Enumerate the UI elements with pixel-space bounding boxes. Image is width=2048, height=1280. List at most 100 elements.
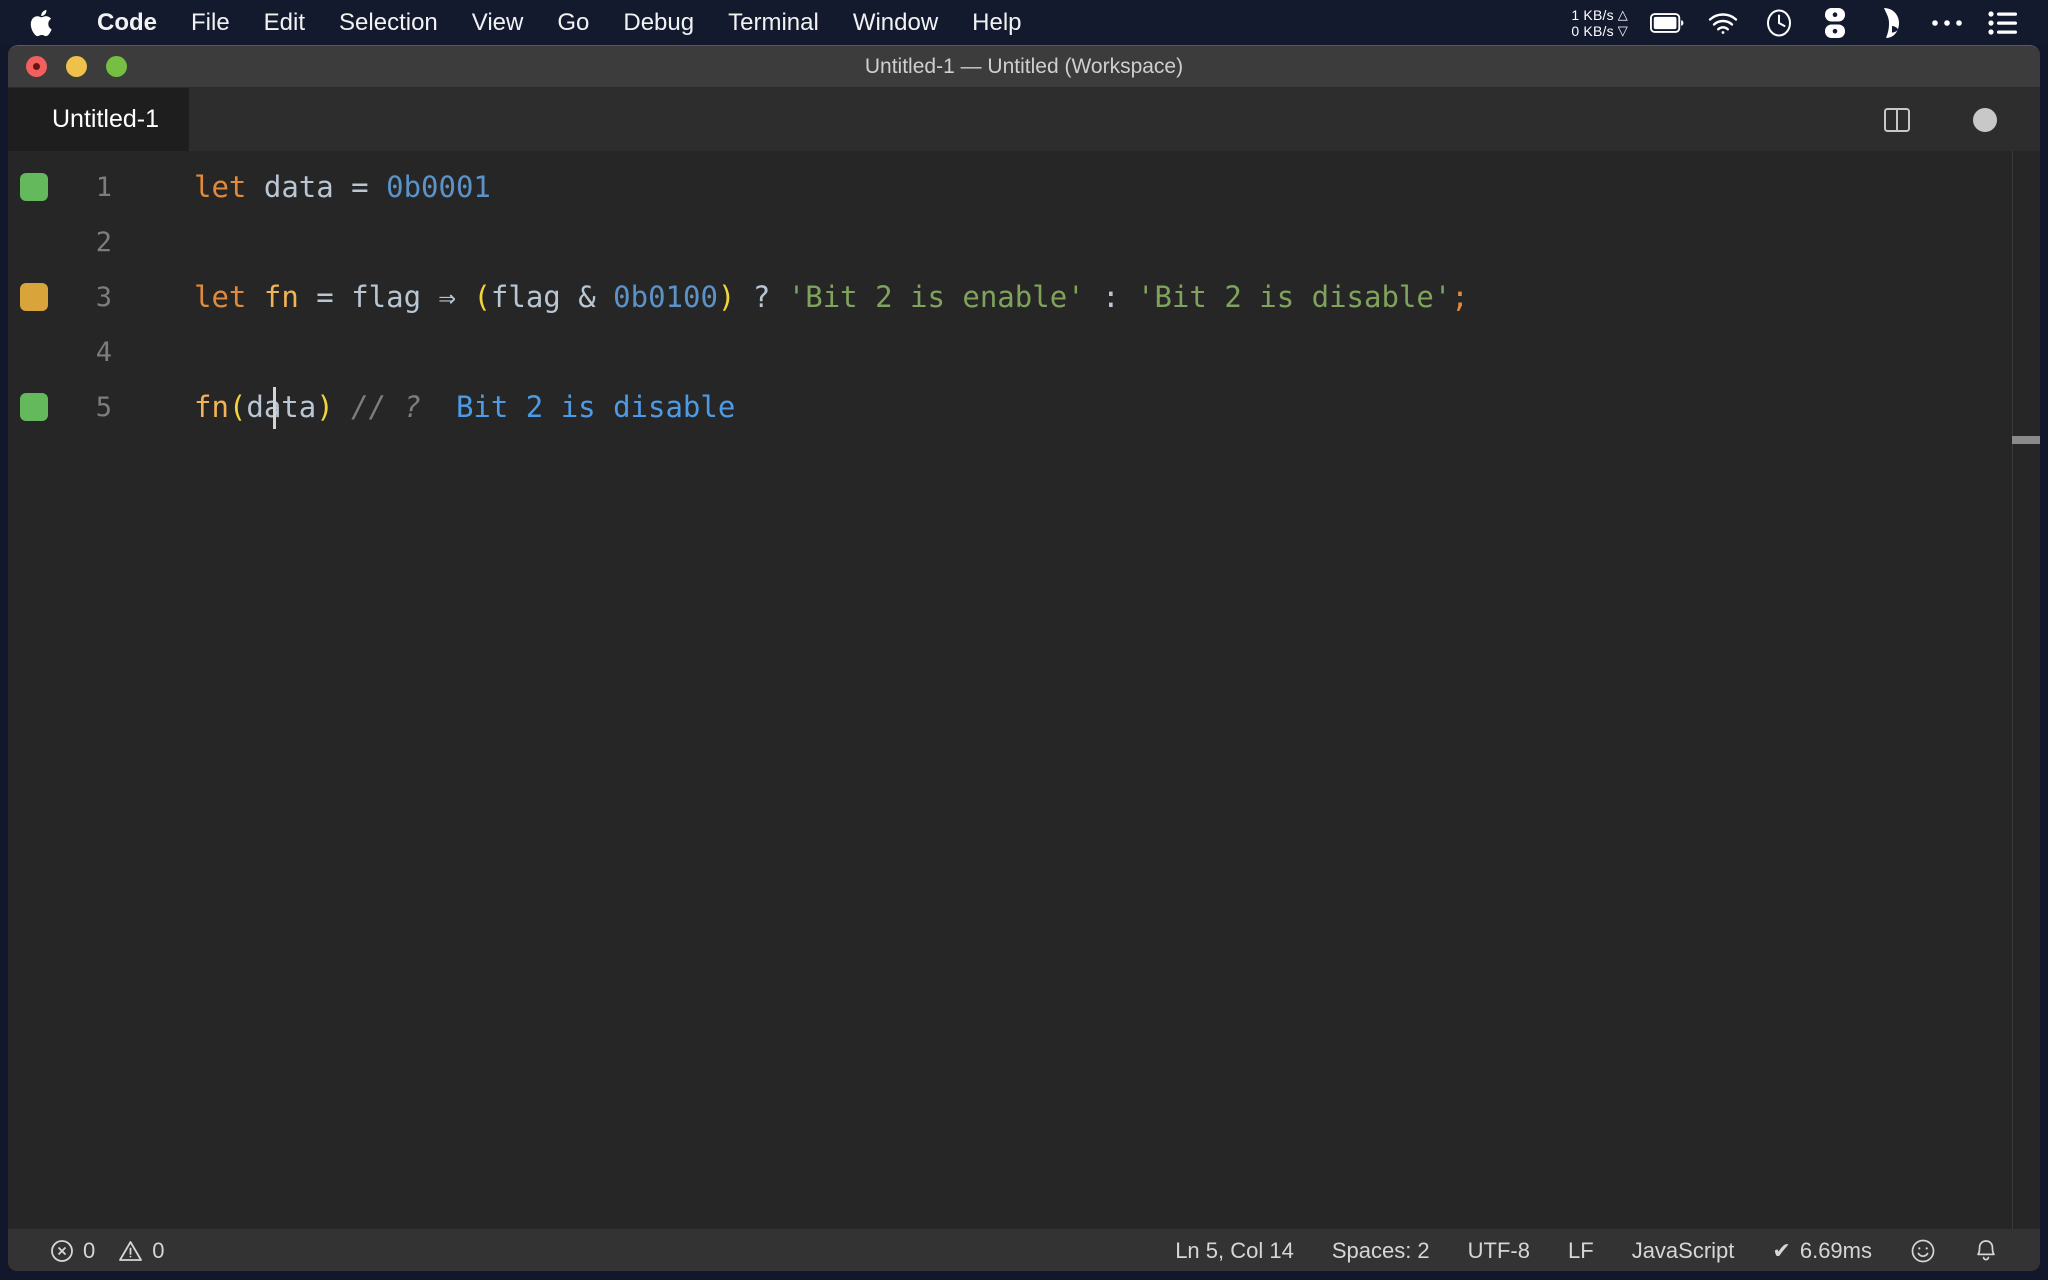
code-editor[interactable]: 1 let data = 0b0001 2 3 let fn = flag ⇒ (fla… [8, 151, 2040, 1229]
code-token: data [263, 170, 334, 204]
code-token: fn [263, 280, 299, 314]
code-token: ; [1451, 280, 1469, 314]
maximize-button[interactable] [106, 56, 127, 77]
code-token: fn [194, 390, 229, 424]
code-line[interactable]: 3 let fn = flag ⇒ (flag & 0b0100) ? 'Bit … [8, 270, 2040, 325]
status-bar-right: Ln 5, Col 14 Spaces: 2 UTF-8 LF JavaScri… [1159, 1238, 2014, 1264]
text-cursor [273, 387, 276, 429]
gutter-run-marker[interactable] [20, 393, 48, 421]
battery-icon[interactable] [1650, 7, 1684, 39]
unsaved-dot-icon[interactable] [1968, 103, 2002, 137]
code-token: ) [717, 280, 736, 314]
menu-item-window[interactable]: Window [836, 0, 955, 45]
editor-tab-untitled-1[interactable]: Untitled-1 [8, 88, 189, 151]
status-bar-left: 0 0 [34, 1238, 181, 1264]
code-token: = [351, 170, 369, 204]
network-upload-value: 1 KB/s [1571, 6, 1614, 23]
network-speed-indicator[interactable]: 1 KB/s △ 0 KB/s ▽ [1571, 7, 1628, 39]
runtime-check-icon: ✔ [1772, 1238, 1791, 1263]
scrollbar-decoration [2012, 436, 2040, 444]
tab-label: Untitled-1 [52, 105, 159, 133]
editor-scrollbar[interactable] [2012, 151, 2040, 1229]
code-token: ( [228, 390, 247, 424]
clock-icon[interactable] [1762, 7, 1796, 39]
code-line[interactable]: 5 fn(data) // ? Bit 2 is disable [8, 380, 2040, 435]
code-lines[interactable]: 1 let data = 0b0001 2 3 let fn = flag ⇒ (fla… [8, 151, 2040, 435]
menu-item-code[interactable]: Code [80, 0, 174, 45]
indentation-status[interactable]: Spaces: 2 [1316, 1238, 1446, 1264]
line-number: 4 [95, 337, 112, 368]
quokka-runtime-status[interactable]: ✔ 6.69ms [1756, 1238, 1888, 1264]
language-mode-status[interactable]: JavaScript [1616, 1238, 1751, 1264]
encoding-status[interactable]: UTF-8 [1452, 1238, 1546, 1264]
code-line[interactable]: 1 let data = 0b0001 [8, 160, 2040, 215]
menu-item-help[interactable]: Help [955, 0, 1038, 45]
code-token: ) [316, 390, 334, 424]
eol-status[interactable]: LF [1552, 1238, 1610, 1264]
problems-status[interactable]: 0 0 [34, 1238, 181, 1264]
close-button[interactable] [26, 56, 47, 77]
menu-item-debug[interactable]: Debug [606, 0, 711, 45]
code-token: 'Bit 2 is enable' [787, 280, 1085, 314]
menu-item-selection[interactable]: Selection [322, 0, 455, 45]
error-circle-icon [50, 1239, 74, 1263]
control-center-icon[interactable] [1986, 7, 2020, 39]
wifi-icon[interactable] [1706, 7, 1740, 39]
code-token: 'Bit 2 is disable' [1137, 280, 1452, 314]
menu-item-terminal[interactable]: Terminal [711, 0, 836, 45]
feedback-status[interactable] [1894, 1238, 1952, 1264]
split-editor-icon[interactable] [1880, 103, 1914, 137]
vscode-window: Untitled-1 — Untitled (Workspace) Untitl… [8, 45, 2040, 1271]
window-title: Untitled-1 — Untitled (Workspace) [864, 54, 1184, 78]
line-text[interactable]: let fn = flag ⇒ (flag & 0b0100) ? 'Bit 2… [134, 270, 1469, 325]
ellipsis-icon[interactable] [1930, 7, 1964, 39]
traffic-light-buttons [8, 56, 127, 77]
code-line[interactable]: 2 [8, 215, 2040, 270]
menu-item-view[interactable]: View [455, 0, 541, 45]
cursor-position-status[interactable]: Ln 5, Col 14 [1159, 1238, 1310, 1264]
code-token: flag [351, 280, 422, 314]
code-token: ? [752, 280, 771, 314]
line-number: 2 [95, 227, 112, 258]
window-title-bar: Untitled-1 — Untitled (Workspace) [8, 46, 2040, 88]
line-text[interactable]: fn(data) // ? Bit 2 is disable [134, 380, 735, 435]
bell-icon [1974, 1238, 1998, 1264]
bartender-icon[interactable] [1874, 7, 1908, 39]
notifications-status[interactable] [1958, 1238, 2014, 1264]
gutter-run-marker[interactable] [20, 283, 48, 311]
network-download-value: 0 KB/s [1571, 22, 1614, 39]
gutter-run-marker[interactable] [20, 173, 48, 201]
macos-menu-bar: Code File Edit Selection View Go Debug T… [0, 0, 2048, 45]
itsycal-icon[interactable] [1818, 7, 1852, 39]
code-token: : [1102, 280, 1120, 314]
menu-item-edit[interactable]: Edit [247, 0, 322, 45]
apple-logo-icon[interactable] [28, 8, 54, 38]
code-token: 0b0100 [613, 280, 718, 314]
code-token: = [316, 280, 334, 314]
line-text[interactable]: let data = 0b0001 [134, 160, 491, 215]
code-token: data [246, 390, 317, 424]
menu-bar-tray: 1 KB/s △ 0 KB/s ▽ [1571, 7, 2026, 39]
smiley-icon [1910, 1238, 1936, 1264]
menu-item-file[interactable]: File [174, 0, 247, 45]
editor-tab-bar: Untitled-1 [8, 88, 2040, 151]
code-token: ? [403, 390, 422, 424]
code-line[interactable]: 4 [8, 325, 2040, 380]
minimize-button[interactable] [66, 56, 87, 77]
runtime-value: 6.69ms [1799, 1238, 1872, 1263]
code-token: let [194, 280, 247, 314]
code-token: // [351, 390, 387, 424]
code-token: ( [473, 280, 491, 314]
menu-item-go[interactable]: Go [540, 0, 606, 45]
